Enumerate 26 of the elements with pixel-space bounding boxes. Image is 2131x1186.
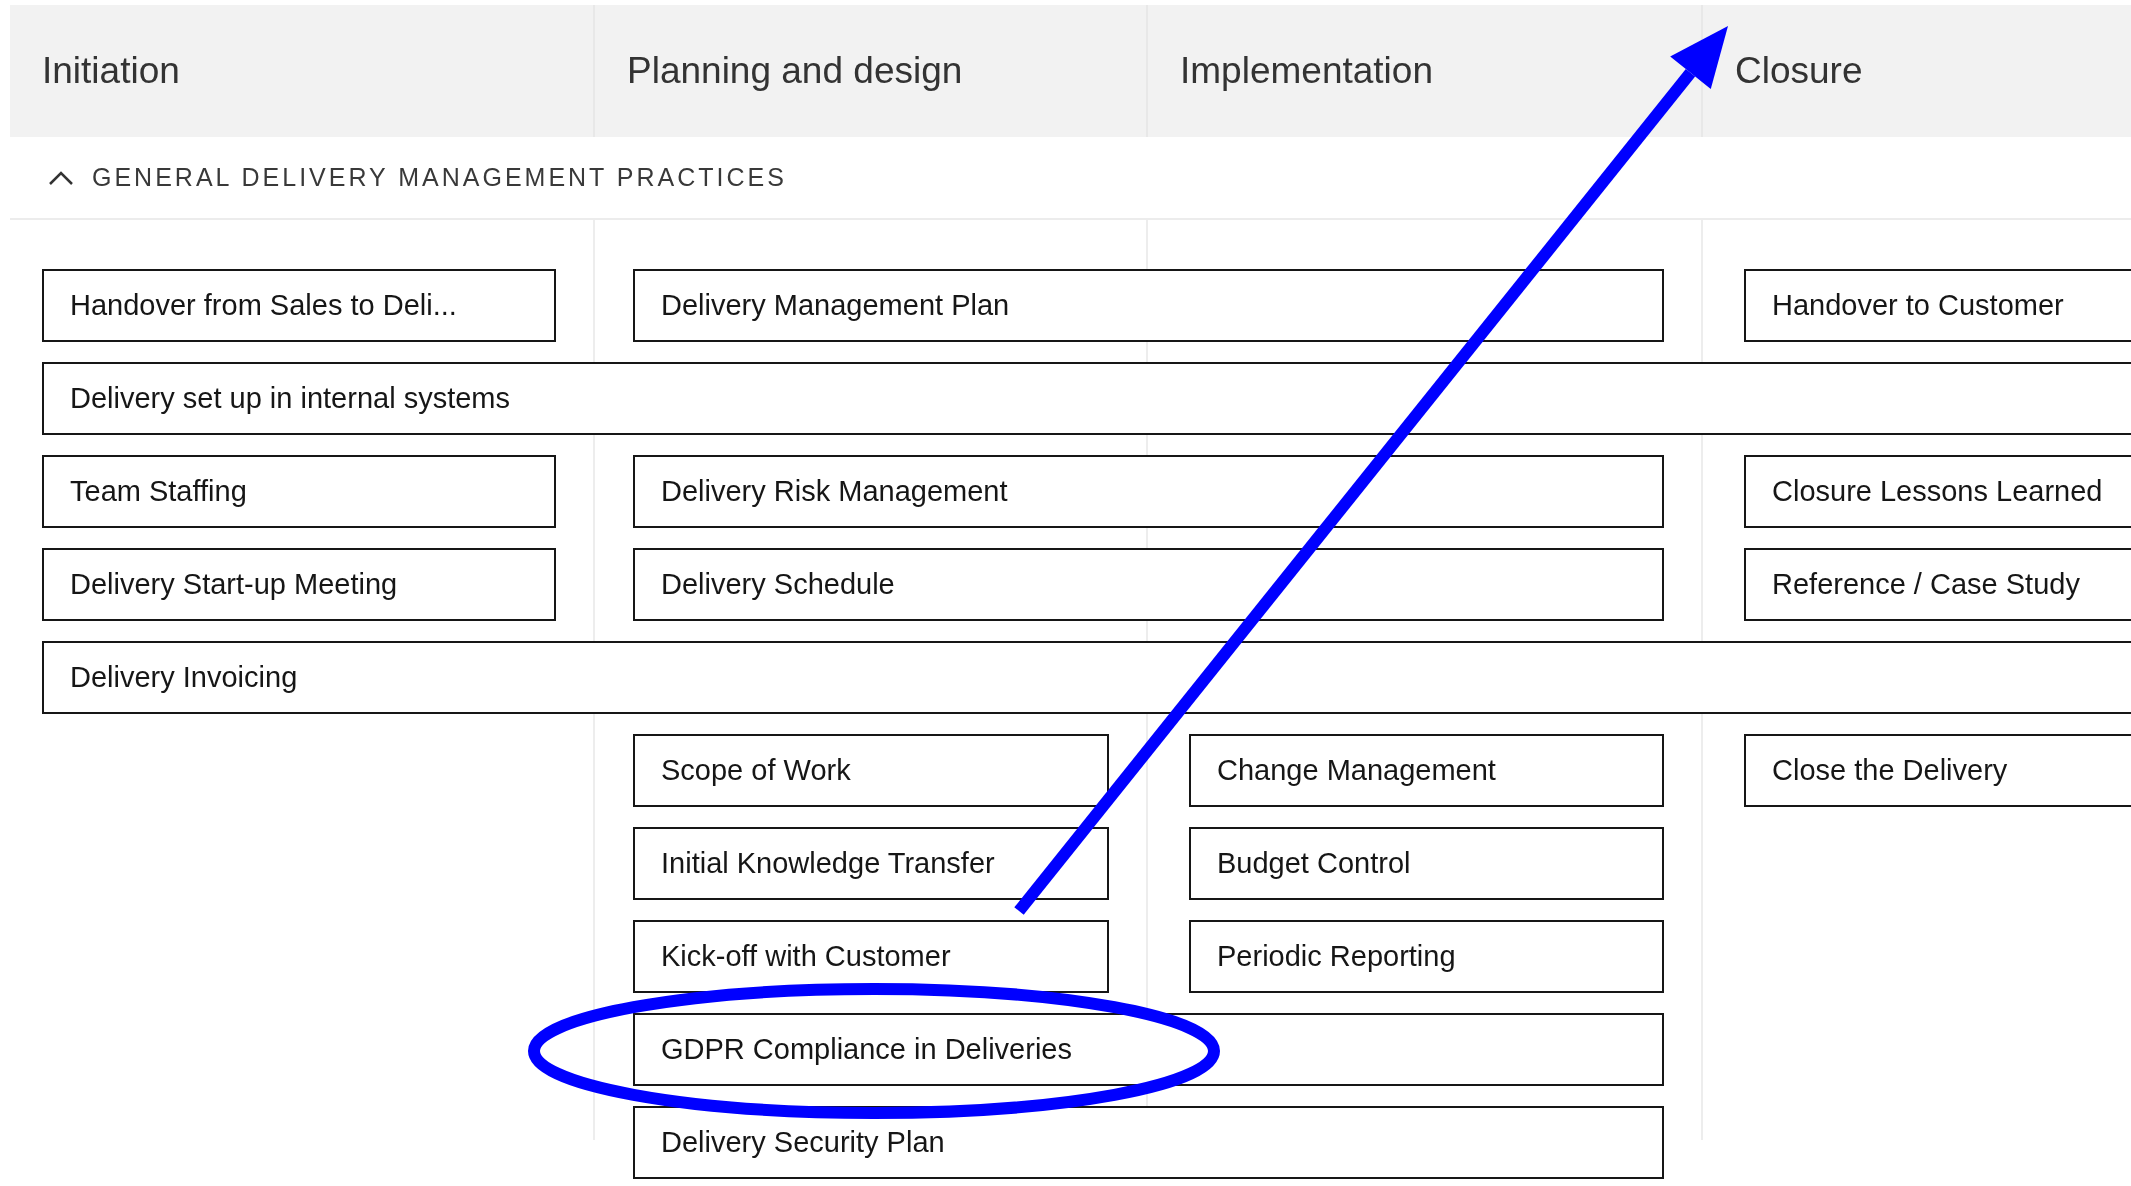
practice-card[interactable]: Initial Knowledge Transfer (633, 827, 1109, 900)
practice-card[interactable]: Reference / Case Study (1744, 548, 2131, 621)
chevron-up-icon[interactable] (48, 169, 74, 186)
practice-card[interactable]: Scope of Work (633, 734, 1109, 807)
practice-card[interactable]: Closure Lessons Learned (1744, 455, 2131, 528)
phase-heading: Implementation (1180, 49, 1433, 94)
phase-heading: Closure (1735, 49, 1863, 94)
practice-card[interactable]: Delivery Security Plan (633, 1106, 1664, 1179)
phase-heading: Initiation (42, 49, 180, 94)
section-heading: GENERAL DELIVERY MANAGEMENT PRACTICES (92, 161, 787, 193)
practice-card[interactable]: Delivery Risk Management (633, 455, 1664, 528)
practice-card[interactable]: Kick-off with Customer (633, 920, 1109, 993)
practice-card[interactable]: Delivery Invoicing (42, 641, 2131, 714)
practice-card[interactable]: Budget Control (1189, 827, 1664, 900)
practice-card[interactable]: Close the Delivery (1744, 734, 2131, 807)
practice-card[interactable]: Delivery Schedule (633, 548, 1664, 621)
practice-card[interactable]: Team Staffing (42, 455, 556, 528)
practice-card[interactable]: Handover to Customer (1744, 269, 2131, 342)
practice-card[interactable]: Delivery Management Plan (633, 269, 1664, 342)
practice-card[interactable]: Delivery Start-up Meeting (42, 548, 556, 621)
practice-card[interactable]: Periodic Reporting (1189, 920, 1664, 993)
practice-card[interactable]: GDPR Compliance in Deliveries (633, 1013, 1664, 1086)
practice-card[interactable]: Delivery set up in internal systems (42, 362, 2131, 435)
phase-heading: Planning and design (627, 49, 963, 94)
practice-card[interactable]: Change Management (1189, 734, 1664, 807)
practice-card[interactable]: Handover from Sales to Deli... (42, 269, 556, 342)
